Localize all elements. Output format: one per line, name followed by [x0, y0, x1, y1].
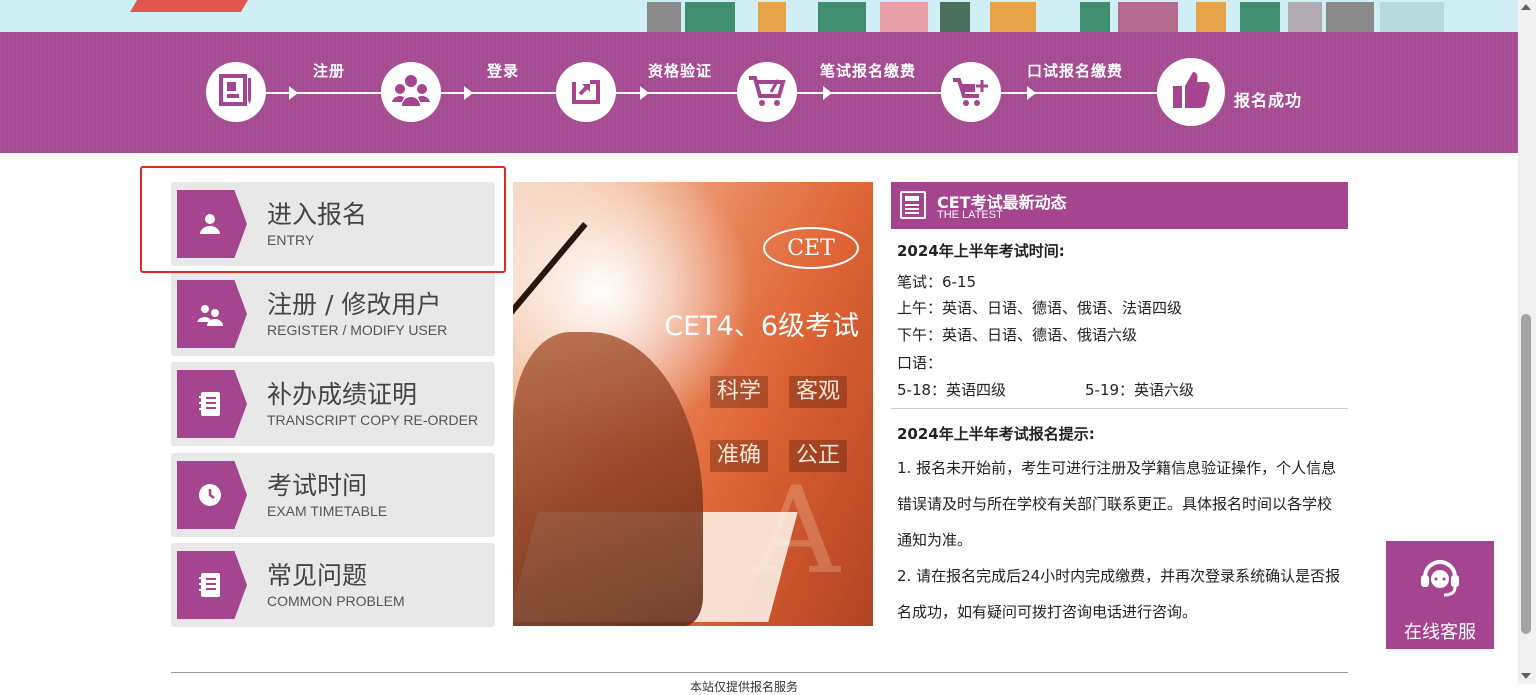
building-decor: [1080, 2, 1110, 32]
menu-item-title: 常见问题: [267, 561, 368, 590]
news-panel-header: CET考试最新动态 THE LATEST: [891, 182, 1348, 229]
banner-headline: CET4、6级考试: [664, 311, 859, 342]
menu-item-subtitle: EXAM TIMETABLE: [267, 503, 388, 519]
menu-item-subtitle: REGISTER / MODIFY USER: [267, 322, 448, 338]
online-service-button[interactable]: 在线客服: [1386, 541, 1494, 649]
highlight-box: [140, 166, 506, 273]
menu-item-title: 注册 / 修改用户: [267, 290, 442, 319]
menu-icon-badge: [177, 370, 247, 438]
step-arrow-icon: [464, 86, 473, 100]
menu-item-subtitle: COMMON PROBLEM: [267, 593, 405, 609]
step-label-login: 登录: [487, 62, 520, 80]
menu-item-transcript[interactable]: 补办成绩证明 TRANSCRIPT COPY RE-ORDER: [171, 362, 495, 446]
step-label-oral-payment: 口试报名缴费: [1027, 62, 1124, 80]
step-arrow-icon: [640, 86, 649, 100]
scroll-down-arrow-icon[interactable]: [1521, 673, 1531, 679]
menu-item-exam-timetable[interactable]: 考试时间 EXAM TIMETABLE: [171, 453, 495, 537]
footer-divider: [171, 672, 1348, 673]
news-section-title: 2024年上半年考试报名提示:: [897, 425, 1095, 443]
building-decor: [1326, 2, 1374, 32]
step-oral-payment: [941, 62, 1001, 122]
register-card-icon: [218, 72, 254, 112]
document-icon: [195, 570, 225, 600]
menu-item-register-modify[interactable]: 注册 / 修改用户 REGISTER / MODIFY USER: [171, 272, 495, 356]
banner-tag: 准确: [710, 440, 769, 472]
news-line: 笔试：6-15: [897, 273, 977, 291]
building-decor: [758, 2, 786, 32]
red-decor-tab: [130, 0, 248, 12]
verify-arrow-icon: [568, 72, 604, 112]
document-icon: [195, 389, 225, 419]
building-decor: [1196, 2, 1226, 32]
clock-icon: [195, 480, 225, 510]
building-decor: [1288, 2, 1322, 32]
scrollbar-thumb[interactable]: [1521, 314, 1531, 634]
menu-item-title: 补办成绩证明: [267, 380, 418, 409]
scroll-up-arrow-icon[interactable]: [1521, 4, 1531, 10]
news-line: 口语：: [897, 354, 943, 372]
building-decor: [685, 2, 735, 32]
headset-icon: [1420, 555, 1460, 611]
news-oral-4: 5-18：英语四级: [897, 381, 1007, 399]
footer-text: 本站仅提供报名服务: [690, 680, 799, 694]
top-decoration-strip: [0, 0, 1518, 32]
step-arrow-icon: [823, 86, 832, 100]
users-icon: [195, 299, 225, 329]
users-group-icon: [391, 72, 431, 112]
building-decor: [647, 2, 681, 32]
menu-item-subtitle: TRANSCRIPT COPY RE-ORDER: [267, 412, 479, 428]
menu-icon-badge: [177, 551, 247, 619]
online-service-label: 在线客服: [1404, 622, 1476, 643]
cet-banner-image: A CET CET4、6级考试 科学 客观 准确 公正: [513, 182, 873, 626]
building-decor: [1380, 2, 1444, 32]
building-decor: [940, 2, 970, 32]
step-arrow-icon: [289, 86, 298, 100]
news-divider: [891, 408, 1348, 409]
thumbs-up-icon: [1169, 68, 1213, 116]
step-label-register: 注册: [313, 62, 346, 80]
news-line: 下午：英语、日语、德语、俄语六级: [897, 326, 1138, 344]
building-decor: [1118, 2, 1178, 32]
building-decor: [880, 2, 928, 32]
menu-item-common-problem[interactable]: 常见问题 COMMON PROBLEM: [171, 543, 495, 627]
step-label-written-payment: 笔试报名缴费: [820, 62, 917, 80]
news-line: 上午：英语、日语、德语、俄语、法语四级: [897, 299, 1183, 317]
cart-icon: [747, 72, 787, 112]
step-arrow-icon: [1027, 86, 1036, 100]
step-label-verify: 资格验证: [648, 62, 713, 80]
menu-icon-badge: [177, 280, 247, 348]
news-oral-6: 5-19：英语六级: [1085, 381, 1195, 399]
menu-icon-badge: [177, 461, 247, 529]
step-label-success: 报名成功: [1234, 91, 1303, 110]
cart-plus-icon: [951, 72, 991, 112]
menu-item-title: 考试时间: [267, 471, 368, 500]
step-written-payment: [737, 62, 797, 122]
step-register: [206, 62, 266, 122]
newspaper-icon: [900, 191, 926, 219]
registration-steps-band: 注册 登录 资格验证 笔试报名缴费 口试报名缴费 报名成功: [0, 32, 1518, 153]
building-decor: [1240, 2, 1280, 32]
news-tip: 2. 请在报名完成后24小时内完成缴费，并再次登录系统确认是否报名成功，如有疑问…: [897, 567, 1341, 621]
banner-tag: 公正: [789, 440, 848, 472]
step-login: [381, 62, 441, 122]
banner-tag: 科学: [710, 376, 769, 408]
building-decor: [990, 2, 1036, 32]
step-success: [1157, 58, 1225, 126]
news-tip: 1. 报名未开始前，考生可进行注册及学籍信息验证操作，个人信息错误请及时与所在学…: [897, 459, 1337, 549]
banner-tag: 客观: [789, 376, 848, 408]
building-decor: [818, 2, 866, 32]
cet-logo: CET: [763, 227, 859, 269]
news-subtitle: THE LATEST: [937, 209, 1003, 221]
news-section-title: 2024年上半年考试时间:: [897, 242, 1065, 260]
step-verify: [556, 62, 616, 122]
